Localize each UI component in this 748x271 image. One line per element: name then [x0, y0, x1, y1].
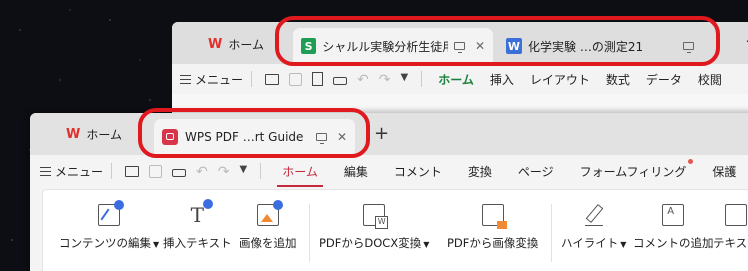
add-image-button[interactable]: 画像を追加: [239, 200, 297, 251]
back-tab-data[interactable]: データ: [638, 71, 690, 88]
chevron-down-icon: ▼: [620, 240, 627, 249]
ribbon-divider: [551, 204, 552, 262]
toolbar-divider: [260, 163, 262, 179]
insert-text-label: 挿入テキスト: [163, 236, 232, 250]
pdf-to-image-label: PDFから画像変換: [447, 236, 539, 250]
menu-icon[interactable]: [40, 166, 51, 176]
back-tab-insert[interactable]: 挿入: [482, 71, 522, 88]
back-toolbar: メニュー ↶ ↷ ▼ ホーム 挿入 レイアウト 数式 データ 校閲: [172, 64, 748, 96]
front-tab-form-filling-label: フォームフィリング: [579, 164, 687, 179]
text-box-label: テキスト: [713, 236, 748, 250]
pdf-to-image-button[interactable]: PDFから画像変換: [447, 204, 538, 251]
document-icon[interactable]: [312, 72, 324, 86]
insert-text-button[interactable]: T 挿入テキスト: [163, 199, 232, 251]
wps-logo-icon: W: [66, 127, 81, 142]
insert-text-icon: T: [186, 199, 214, 226]
redo-icon[interactable]: ↷: [379, 72, 391, 88]
front-tab-protect[interactable]: 保護: [699, 163, 748, 180]
back-home-tab[interactable]: W ホーム: [208, 36, 264, 53]
print-icon[interactable]: [172, 169, 187, 177]
toolbar-divider: [421, 71, 423, 87]
save-icon[interactable]: [289, 72, 303, 86]
toolbar-divider: [111, 163, 113, 179]
highlight-oval-front-tab: [138, 108, 370, 158]
print-icon[interactable]: [333, 77, 348, 85]
chevron-down-icon[interactable]: ▼: [239, 164, 247, 178]
chevron-down-icon: ▼: [423, 240, 430, 249]
undo-icon[interactable]: ↶: [357, 72, 369, 88]
front-new-tab-button[interactable]: +: [374, 123, 389, 144]
edit-content-icon: [98, 200, 125, 226]
ai-badge-icon: [272, 200, 283, 210]
front-tab-edit[interactable]: 編集: [331, 163, 381, 180]
highlight-button[interactable]: ハイライト ▼: [561, 204, 626, 251]
add-image-label: 画像を追加: [239, 236, 297, 250]
ribbon-divider: [309, 204, 310, 262]
pdf-to-image-icon: [481, 204, 507, 229]
highlight-oval-back-tabs: [275, 16, 720, 66]
back-menu-label[interactable]: メニュー: [195, 71, 243, 88]
front-tab-convert[interactable]: 変換: [455, 163, 505, 180]
wps-logo-icon: W: [208, 37, 223, 52]
back-tab-home[interactable]: ホーム: [430, 71, 482, 96]
edit-content-button[interactable]: コンテンツの編集 ▼: [59, 200, 160, 251]
pdf-to-docx-icon: [363, 204, 389, 229]
edit-content-label: コンテンツの編集: [59, 236, 151, 250]
pdf-to-docx-label: PDFからDOCX変換: [319, 236, 422, 250]
undo-icon[interactable]: ↶: [196, 164, 208, 180]
front-menu-label[interactable]: メニュー: [55, 163, 103, 180]
text-box-icon: [724, 204, 747, 226]
add-comment-label: コメントの追加: [633, 236, 714, 250]
home-ribbon: コンテンツの編集▼ T 挿入テキスト 画像を追加 PDFからDOCX変換▼ PD…: [42, 189, 748, 271]
text-box-button[interactable]: テキスト: [713, 204, 748, 251]
chevron-down-icon: ▼: [153, 240, 160, 249]
back-tab-layout[interactable]: レイアウト: [522, 71, 598, 88]
open-folder-icon[interactable]: [265, 73, 280, 85]
save-icon[interactable]: [149, 164, 163, 178]
front-home-tab-label: ホーム: [86, 128, 122, 142]
back-tab-review[interactable]: 校閲: [690, 71, 730, 88]
back-home-tab-label: ホーム: [228, 38, 264, 52]
highlight-icon: [583, 204, 605, 226]
front-toolbar: メニュー ↶ ↷ ▼ ホーム 編集 コメント 変換 ページ フォームフィリング …: [30, 157, 748, 187]
redo-icon[interactable]: ↷: [218, 164, 230, 180]
back-tab-formulas[interactable]: 数式: [598, 71, 638, 88]
front-tab-page[interactable]: ページ: [505, 163, 567, 180]
add-comment-button[interactable]: コメントの追加: [633, 204, 714, 251]
highlight-label: ハイライト: [561, 236, 619, 250]
front-tab-form-filling[interactable]: フォームフィリング: [567, 158, 700, 180]
toolbar-divider: [251, 71, 253, 87]
front-home-tab[interactable]: W ホーム: [66, 126, 122, 143]
ai-badge-icon: [203, 199, 214, 209]
open-folder-icon[interactable]: [125, 165, 140, 177]
pdf-to-docx-button[interactable]: PDFからDOCX変換▼: [319, 204, 429, 251]
front-tab-comment[interactable]: コメント: [381, 163, 455, 180]
menu-icon[interactable]: [180, 74, 191, 84]
notification-dot: [688, 158, 694, 164]
front-tab-home[interactable]: ホーム: [269, 163, 331, 187]
add-image-icon: [256, 200, 283, 226]
chevron-down-icon[interactable]: ▼: [400, 72, 408, 86]
add-comment-icon: [662, 204, 685, 226]
ai-badge-icon: [114, 200, 125, 210]
